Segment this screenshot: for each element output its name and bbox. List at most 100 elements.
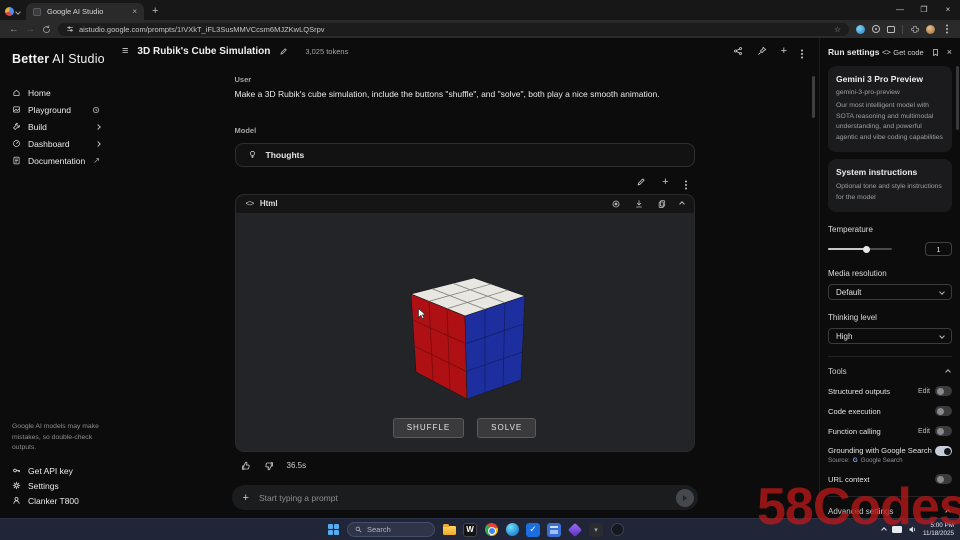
- window-minimize-button[interactable]: —: [888, 0, 912, 18]
- edit-message-icon[interactable]: [636, 177, 646, 187]
- collapse-icon[interactable]: [679, 201, 685, 207]
- message-more-icon[interactable]: [685, 173, 687, 191]
- prompt-input-bar[interactable]: +: [232, 485, 698, 510]
- menu-icon[interactable]: ≡: [122, 45, 128, 57]
- browser-avatar-icon[interactable]: [926, 25, 935, 34]
- get-api-key-button[interactable]: Get API key: [12, 463, 102, 478]
- edit-link[interactable]: Edit: [918, 388, 930, 395]
- terminal-app-icon[interactable]: ▾: [589, 523, 603, 537]
- system-instructions-card[interactable]: System instructions Optional tone and st…: [828, 159, 952, 212]
- system-instructions-title: System instructions: [836, 167, 944, 177]
- clock[interactable]: 5:00 PM 11/18/2025: [923, 522, 954, 538]
- history-icon[interactable]: [92, 106, 100, 114]
- window-close-button[interactable]: ×: [936, 0, 960, 18]
- extensions-icon[interactable]: [910, 25, 919, 34]
- w-app-icon[interactable]: W: [463, 523, 477, 537]
- taskbar-search[interactable]: [347, 522, 435, 537]
- model-label: Model: [235, 126, 695, 135]
- sidebar-item-dashboard[interactable]: Dashboard: [12, 135, 100, 152]
- model-card[interactable]: Gemini 3 Pro Preview gemini-3-pro-previe…: [828, 66, 952, 152]
- media-resolution-select[interactable]: Default: [828, 284, 952, 300]
- copy-icon[interactable]: [657, 199, 667, 209]
- account-button[interactable]: Clanker T800: [12, 493, 102, 508]
- calculator-icon[interactable]: [547, 523, 561, 537]
- sidebar-item-build[interactable]: Build: [12, 118, 100, 135]
- slider-knob[interactable]: [863, 246, 870, 253]
- code-block: <> Html: [235, 194, 695, 452]
- screenshot-icon[interactable]: [887, 26, 895, 33]
- thoughts-panel[interactable]: Thoughts: [235, 143, 695, 167]
- pin-icon[interactable]: [757, 46, 767, 56]
- check-app-icon[interactable]: ✓: [526, 523, 540, 537]
- prompt-header: ≡ 3D Rubik's Cube Simulation 3,025 token…: [110, 38, 819, 64]
- sidebar-item-documentation[interactable]: Documentation ↗: [12, 152, 100, 169]
- site-info-icon[interactable]: [66, 25, 74, 33]
- prompt-input[interactable]: [259, 493, 666, 503]
- code-execution-toggle[interactable]: [935, 406, 952, 416]
- thinking-level-select[interactable]: High: [828, 328, 952, 344]
- reload-button[interactable]: [42, 25, 51, 34]
- close-panel-icon[interactable]: ×: [947, 47, 952, 57]
- window-restore-button[interactable]: ❐: [912, 0, 936, 18]
- back-button[interactable]: ←: [9, 24, 19, 35]
- download-icon[interactable]: [634, 199, 644, 209]
- structured-outputs-toggle[interactable]: [935, 386, 952, 396]
- chat-scrollbar[interactable]: [812, 76, 815, 118]
- model-description: Our most intelligent model with SOTA rea…: [836, 101, 944, 143]
- add-icon[interactable]: +: [662, 176, 668, 188]
- edit-link[interactable]: Edit: [918, 428, 930, 435]
- function-calling-toggle[interactable]: [935, 426, 952, 436]
- new-prompt-icon[interactable]: +: [781, 45, 787, 57]
- file-explorer-icon[interactable]: [442, 523, 456, 537]
- chrome-icon[interactable]: [484, 523, 498, 537]
- advanced-settings-header[interactable]: Advanced settings: [828, 507, 952, 516]
- app-logo[interactable]: Better AI Studio: [12, 52, 100, 66]
- sidebar-item-playground[interactable]: Playground: [12, 101, 100, 118]
- diamond-app-icon[interactable]: [568, 523, 582, 537]
- preview-icon[interactable]: [611, 199, 621, 209]
- tool-structured-outputs: Structured outputs Edit: [828, 386, 952, 396]
- tools-section-header[interactable]: Tools: [828, 367, 952, 376]
- temperature-slider[interactable]: [828, 248, 892, 250]
- user-label: User: [235, 75, 695, 84]
- tab-close-icon[interactable]: ×: [132, 7, 137, 16]
- shuffle-button[interactable]: SHUFFLE: [393, 418, 464, 438]
- panel-scrollbar[interactable]: [956, 66, 959, 130]
- share-icon[interactable]: [733, 46, 743, 56]
- html-preview-canvas[interactable]: SHUFFLE SOLVE: [236, 213, 694, 451]
- attach-icon[interactable]: +: [243, 492, 249, 504]
- forward-button[interactable]: →: [26, 24, 36, 35]
- user-avatar-icon: [12, 496, 21, 505]
- steam-app-icon[interactable]: [610, 523, 624, 537]
- volume-icon[interactable]: [908, 525, 917, 534]
- bookmark-star-icon[interactable]: ☆: [834, 25, 841, 34]
- model-name: Gemini 3 Pro Preview: [836, 74, 944, 84]
- keyboard-icon[interactable]: [892, 526, 902, 533]
- thumbs-up-icon[interactable]: [241, 461, 251, 471]
- url-context-toggle[interactable]: [935, 474, 952, 484]
- simulation-buttons: SHUFFLE SOLVE: [236, 418, 694, 438]
- solve-button[interactable]: SOLVE: [477, 418, 536, 438]
- browser-menu-icon[interactable]: [942, 25, 951, 34]
- thumbs-down-icon[interactable]: [264, 461, 274, 471]
- browser-tab[interactable]: Google AI Studio ×: [26, 3, 144, 20]
- message-actions: +: [235, 176, 695, 188]
- sidebar-item-home[interactable]: Home: [12, 84, 100, 101]
- record-icon[interactable]: [872, 25, 880, 33]
- new-tab-button[interactable]: +: [152, 5, 158, 17]
- temperature-value[interactable]: 1: [925, 242, 952, 256]
- extension-blue-icon[interactable]: [856, 25, 865, 34]
- get-code-button[interactable]: <>Get code: [882, 48, 924, 57]
- more-options-icon[interactable]: [801, 42, 803, 60]
- grounding-toggle[interactable]: [935, 446, 952, 456]
- tray-expand-icon[interactable]: [881, 527, 887, 533]
- save-icon[interactable]: [931, 48, 940, 57]
- start-button[interactable]: [328, 524, 340, 536]
- edge-icon[interactable]: [505, 523, 519, 537]
- settings-button[interactable]: Settings: [12, 478, 102, 493]
- chevron-right-icon: [95, 141, 101, 147]
- browser-profile-chip[interactable]: [5, 7, 20, 16]
- url-bar[interactable]: aistudio.google.com/prompts/1IVXkT_iFL3S…: [58, 23, 849, 36]
- edit-title-icon[interactable]: [279, 47, 288, 56]
- run-button[interactable]: [676, 489, 694, 507]
